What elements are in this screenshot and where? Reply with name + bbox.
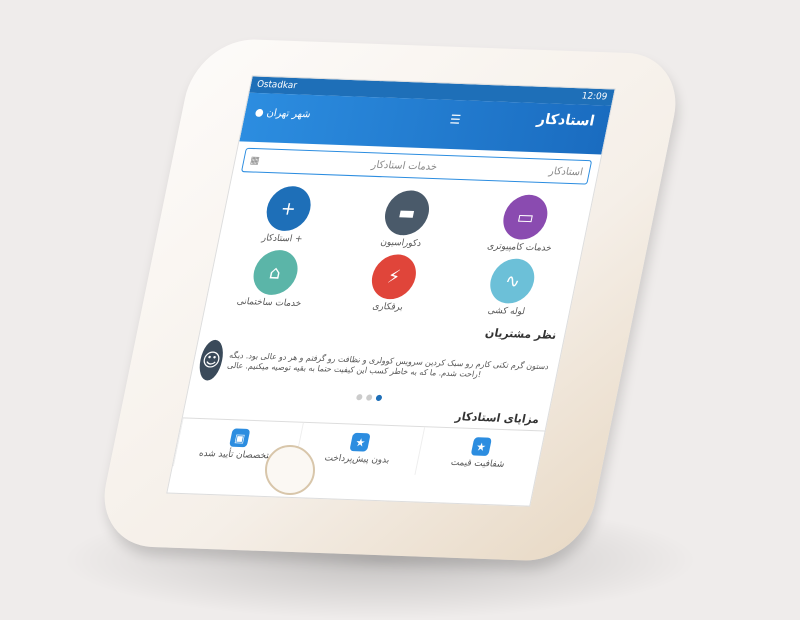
plug-icon: ⚡	[367, 253, 420, 300]
carousel-dot[interactable]	[365, 394, 373, 401]
service-label: لوله کشی	[486, 305, 526, 318]
feature-price: ★ شفافیت قیمت	[414, 427, 545, 480]
service-label: خدمات کامپیوتری	[486, 241, 553, 254]
service-electric[interactable]: ⚡ برقکاری	[330, 252, 455, 314]
service-label: دکوراسیون	[379, 237, 423, 250]
pipe-icon: ∿	[486, 257, 539, 305]
search-bar[interactable]: ▦ خدمات استادکار استادکار	[240, 147, 593, 185]
feature-label: بدون پیش‌پرداخت	[323, 453, 391, 466]
computer-icon: ▭	[499, 194, 552, 241]
service-building[interactable]: ⌂ خدمات ساختمانی	[212, 248, 337, 310]
service-label: برقکاری	[371, 301, 404, 313]
house-icon: ⌂	[249, 249, 302, 296]
app-logo: استادکار	[535, 111, 596, 130]
service-plus[interactable]: + استادکار +	[225, 184, 350, 246]
city-label: شهر تهران	[265, 107, 312, 121]
carousel-dot[interactable]	[375, 394, 383, 402]
services-grid: + استادکار + ▬ دکوراسیون ▭ خدمات کامپیوت…	[204, 178, 593, 325]
service-computer[interactable]: ▭ خدمات کامپیوتری	[462, 193, 587, 255]
star-icon: ★	[470, 437, 492, 457]
plus-icon: +	[262, 185, 315, 232]
sofa-icon: ▬	[380, 189, 434, 236]
service-plumbing[interactable]: ∿ لوله کشی	[449, 257, 574, 319]
phone-mockup: Ostadkar 12:09 ● شهر تهران استادکار ☰ ▦ …	[93, 20, 687, 580]
city-selector[interactable]: ● شهر تهران	[254, 107, 312, 120]
home-button[interactable]	[265, 445, 315, 495]
feature-label: شفافیت قیمت	[449, 457, 506, 470]
service-decoration[interactable]: ▬ دکوراسیون	[343, 188, 468, 250]
avatar: ☺	[196, 339, 227, 381]
id-card-icon: ▣	[229, 428, 251, 448]
grid-icon[interactable]: ▦	[249, 155, 261, 166]
service-label: استادکار +	[260, 233, 304, 245]
menu-icon[interactable]: ☰	[449, 112, 462, 127]
location-pin-icon: ●	[253, 107, 265, 119]
feature-label: متخصصان تأیید شده	[198, 448, 275, 462]
star-icon: ★	[349, 432, 372, 452]
search-input[interactable]: خدمات استادکار	[371, 159, 439, 173]
service-label: خدمات ساختمانی	[235, 296, 303, 310]
search-label: استادکار	[548, 165, 584, 178]
review-text: دستون گرم تکنی کارم رو سبک کردین سرویس ک…	[226, 350, 550, 380]
status-time: 12:09	[580, 91, 609, 103]
status-app-name: Ostadkar	[255, 79, 298, 92]
carousel-dot[interactable]	[355, 394, 363, 401]
